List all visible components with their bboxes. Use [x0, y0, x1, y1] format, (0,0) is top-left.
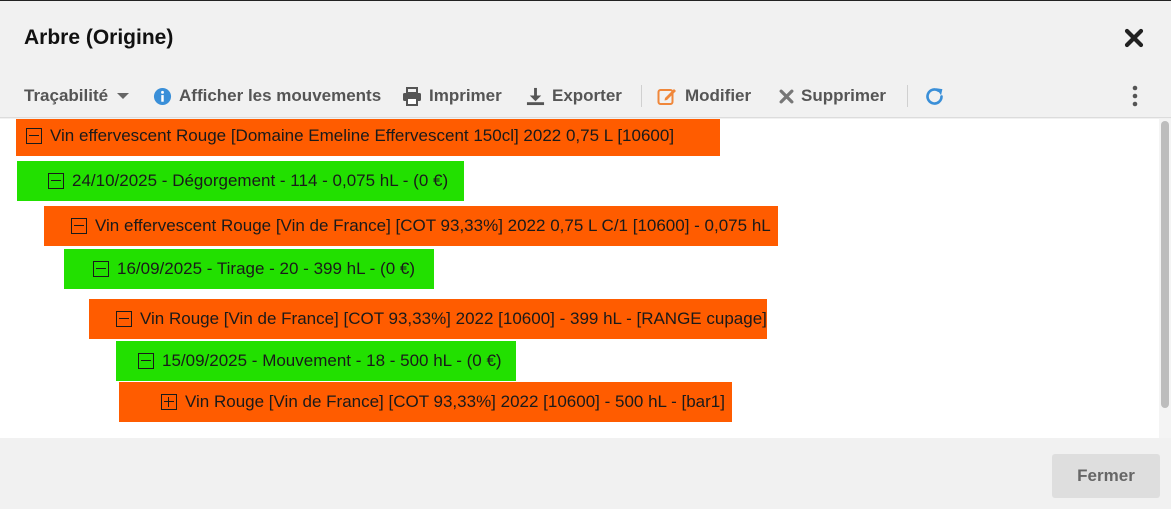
tree-node-product[interactable]: Vin effervescent Rouge [Vin de France] […	[44, 206, 778, 246]
dialog-title: Arbre (Origine)	[24, 26, 174, 49]
toolbar: Traçabilité Afficher les mouvements Impr…	[0, 75, 1171, 118]
tree-node-label: Vin effervescent Rouge [Vin de France] […	[95, 216, 771, 235]
toolbar-divider	[907, 85, 908, 107]
tree-node-label: Vin Rouge [Vin de France] [COT 93,33%] 2…	[140, 309, 767, 328]
refresh-icon	[926, 87, 943, 105]
tracabilite-label: Traçabilité	[24, 86, 109, 105]
more-menu-button[interactable]	[1129, 84, 1141, 108]
collapse-icon[interactable]	[71, 218, 87, 234]
tree-node-label: 16/09/2025 - Tirage - 20 - 399 hL - (0 €…	[117, 259, 415, 278]
edit-icon	[657, 89, 676, 105]
tree-dialog: Arbre (Origine) Traçabilité Afficher les…	[0, 0, 1171, 509]
tree-node-product[interactable]: Vin Rouge [Vin de France] [COT 93,33%] 2…	[119, 382, 732, 422]
fermer-button[interactable]: Fermer	[1052, 454, 1160, 498]
tree-node-movement[interactable]: 16/09/2025 - Tirage - 20 - 399 hL - (0 €…	[64, 249, 434, 289]
toolbar-divider	[641, 85, 642, 107]
origin-tree: Vin effervescent Rouge [Domaine Emeline …	[0, 119, 1159, 438]
caret-down-icon	[117, 93, 130, 99]
tree-node-label: Vin effervescent Rouge [Domaine Emeline …	[50, 126, 675, 145]
collapse-icon[interactable]	[48, 173, 64, 189]
afficher-mouvements-label: Afficher les mouvements	[179, 86, 382, 105]
collapse-icon[interactable]	[138, 353, 154, 369]
tree-node-movement[interactable]: 24/10/2025 - Dégorgement - 114 - 0,075 h…	[17, 161, 464, 201]
tree-node-label: 24/10/2025 - Dégorgement - 114 - 0,075 h…	[72, 171, 449, 190]
collapse-icon[interactable]	[116, 311, 132, 327]
afficher-mouvements-button[interactable]: Afficher les mouvements	[153, 84, 381, 108]
more-vertical-icon	[1132, 85, 1138, 107]
download-icon	[526, 87, 545, 105]
vertical-scrollbar[interactable]	[1159, 119, 1171, 438]
supprimer-button[interactable]: Supprimer	[779, 84, 886, 108]
delete-x-icon	[779, 89, 794, 103]
scroll-thumb[interactable]	[1161, 121, 1169, 408]
printer-icon	[403, 86, 421, 106]
info-circle-icon	[153, 87, 172, 105]
tree-node-label: 15/09/2025 - Mouvement - 18 - 500 hL - (…	[162, 351, 502, 370]
tree-node-movement[interactable]: 15/09/2025 - Mouvement - 18 - 500 hL - (…	[116, 341, 516, 381]
expand-icon[interactable]	[161, 394, 177, 410]
tracabilite-dropdown[interactable]: Traçabilité	[24, 84, 130, 108]
exporter-label: Exporter	[552, 86, 622, 105]
imprimer-label: Imprimer	[429, 86, 502, 105]
dialog-footer: Fermer	[0, 438, 1171, 509]
dialog-header: Arbre (Origine)	[0, 1, 1171, 75]
tree-node-label: Vin Rouge [Vin de France] [COT 93,33%] 2…	[185, 392, 725, 411]
refresh-button[interactable]	[924, 84, 945, 108]
close-x-icon[interactable]	[1122, 26, 1146, 50]
collapse-icon[interactable]	[93, 261, 109, 277]
modifier-button[interactable]: Modifier	[657, 84, 751, 108]
tree-node-product[interactable]: Vin Rouge [Vin de France] [COT 93,33%] 2…	[89, 299, 767, 339]
imprimer-button[interactable]: Imprimer	[402, 84, 502, 108]
supprimer-label: Supprimer	[801, 86, 887, 105]
tree-node-product[interactable]: Vin effervescent Rouge [Domaine Emeline …	[16, 119, 720, 156]
modifier-label: Modifier	[685, 86, 752, 105]
collapse-icon[interactable]	[26, 128, 42, 144]
exporter-button[interactable]: Exporter	[526, 84, 622, 108]
